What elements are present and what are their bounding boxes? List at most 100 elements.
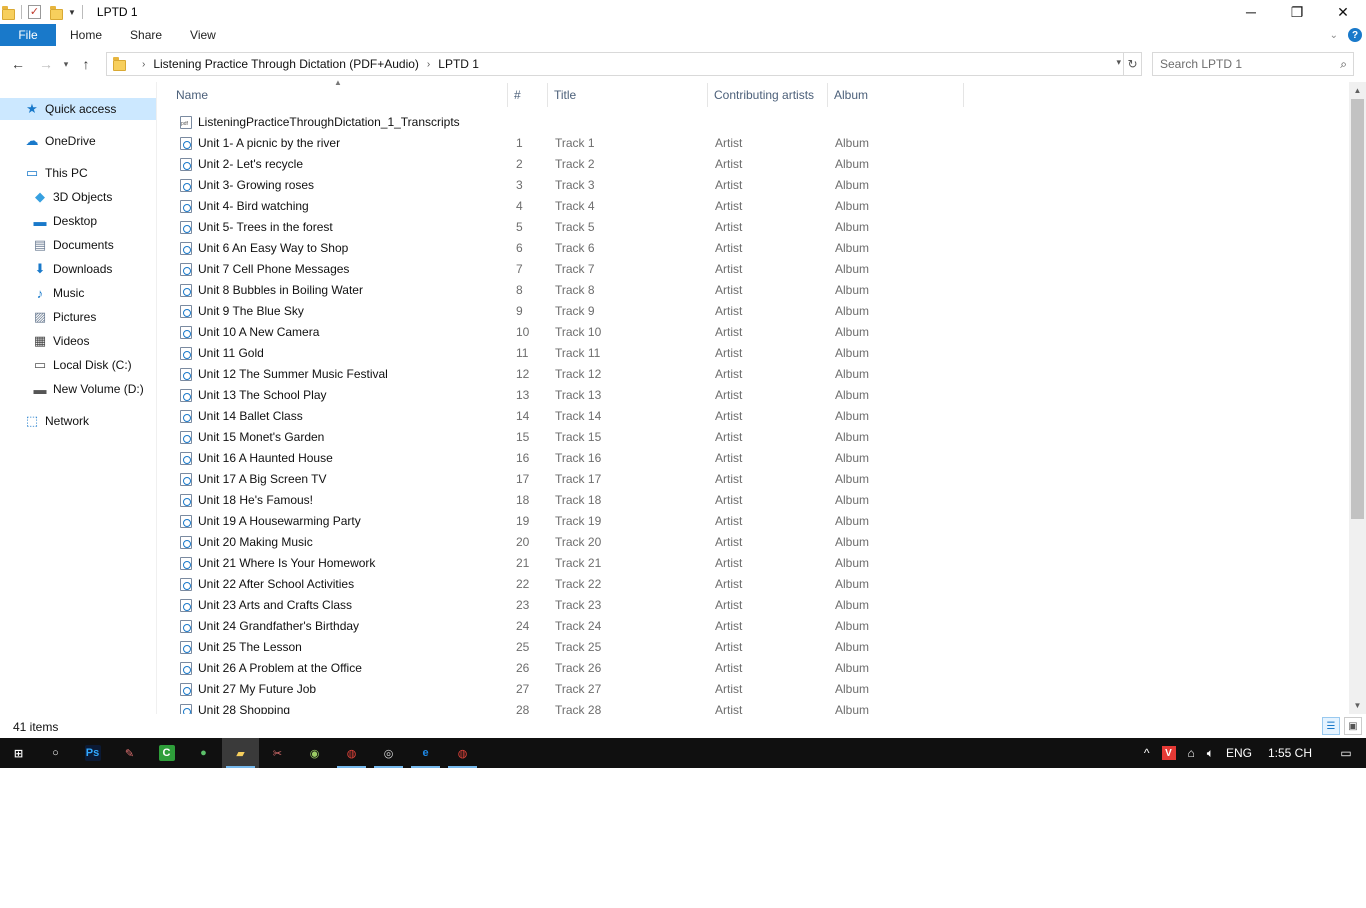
nav-item-onedrive[interactable]: ☁ OneDrive [0, 130, 156, 152]
address-dropdown-icon[interactable]: ▾ [1116, 57, 1121, 68]
nav-item-music[interactable]: ♪ Music [0, 282, 156, 304]
nav-item-downloads[interactable]: ⬇ Downloads [0, 258, 156, 280]
file-row[interactable]: Unit 25 The Lesson 25 Track 25 Artist Album [170, 637, 970, 658]
taskbar-app-recorder[interactable]: ◉ [296, 738, 333, 768]
taskbar-app-snipping-tool[interactable]: ✂ [259, 738, 296, 768]
file-row[interactable]: Unit 6 An Easy Way to Shop 6 Track 6 Artist… [170, 238, 970, 259]
file-row[interactable]: Unit 5- Trees in the forest 5 Track 5 Artis… [170, 217, 970, 238]
file-row[interactable]: Unit 18 He's Famous! 18 Track 18 Artist Albu… [170, 490, 970, 511]
scrollbar-thumb[interactable] [1351, 99, 1364, 519]
column-header-name[interactable]: Name [170, 83, 508, 107]
taskbar-app-chrome[interactable]: ◍ [333, 738, 370, 768]
close-button[interactable]: ✕ [1320, 0, 1366, 24]
taskbar-app-camtasia[interactable]: C [148, 738, 185, 768]
nav-item-pictures[interactable]: ▨ Pictures [0, 306, 156, 328]
search-input[interactable]: Search LPTD 1 ⌕ [1152, 52, 1354, 76]
taskbar-app-cortana-circle[interactable]: ○ [37, 738, 74, 768]
file-row[interactable]: Unit 26 A Problem at the Office 26 Track 2… [170, 658, 970, 679]
file-row[interactable]: Unit 14 Ballet Class 14 Track 14 Artist Albu… [170, 406, 970, 427]
taskbar-app-windows-start[interactable]: ⊞ [0, 738, 37, 768]
large-icons-view-icon[interactable]: ▣ [1344, 717, 1362, 735]
column-header-contributing-artists[interactable]: Contributing artists [708, 83, 828, 107]
nav-item-quick-access[interactable]: ★ Quick access [0, 98, 156, 120]
column-header-number[interactable]: # [508, 83, 548, 107]
file-row[interactable]: Unit 8 Bubbles in Boiling Water 8 Track 8 A… [170, 280, 970, 301]
tab-view[interactable]: View [176, 24, 230, 46]
action-center-icon[interactable]: ▭ [1326, 738, 1366, 768]
file-row[interactable]: Unit 1- A picnic by the river 1 Track 1 Art… [170, 133, 970, 154]
breadcrumb-separator-icon[interactable]: › [142, 59, 145, 70]
customize-toolbar-dropdown-icon[interactable]: ▼ [68, 8, 76, 17]
clock[interactable]: 1:55 CH [1268, 746, 1312, 760]
nav-item-desktop[interactable]: ▬ Desktop [0, 210, 156, 232]
file-row[interactable]: Unit 28 Shopping 28 Track 28 Artist Album [170, 700, 970, 714]
folder-icon[interactable] [2, 5, 15, 20]
input-language[interactable]: ENG [1226, 746, 1252, 760]
vertical-scrollbar[interactable]: ▲ ▼ [1349, 82, 1366, 714]
breadcrumb-separator-icon[interactable]: › [427, 59, 430, 70]
taskbar-app-paint[interactable]: ✎ [111, 738, 148, 768]
nav-item-3d-objects[interactable]: ◆ 3D Objects [0, 186, 156, 208]
file-row[interactable]: Unit 7 Cell Phone Messages 7 Track 7 Artist… [170, 259, 970, 280]
file-row[interactable]: Unit 12 The Summer Music Festival 12 Track… [170, 364, 970, 385]
file-row[interactable]: Unit 27 My Future Job 27 Track 27 Artist Alb… [170, 679, 970, 700]
file-row[interactable]: Unit 13 The School Play 13 Track 13 Artist A… [170, 385, 970, 406]
tab-home[interactable]: Home [56, 24, 116, 46]
taskbar-app-file-explorer[interactable]: ▰ [222, 738, 259, 768]
file-row[interactable]: Unit 3- Growing roses 3 Track 3 Artist Album [170, 175, 970, 196]
file-row[interactable]: Unit 17 A Big Screen TV 17 Track 17 Artist A… [170, 469, 970, 490]
nav-item-videos[interactable]: ▦ Videos [0, 330, 156, 352]
file-row[interactable]: Unit 15 Monet's Garden 15 Track 15 Artist Al… [170, 427, 970, 448]
file-row[interactable]: Unit 22 After School Activities 22 Track 2… [170, 574, 970, 595]
new-folder-icon[interactable] [50, 5, 63, 20]
network-status-icon[interactable]: ⌂ [1188, 746, 1195, 760]
antivirus-icon[interactable]: V [1161, 746, 1176, 760]
taskbar-app-edge[interactable]: e [407, 738, 444, 768]
breadcrumb-item[interactable]: LPTD 1 [438, 57, 479, 71]
tab-file[interactable]: File [0, 24, 56, 46]
nav-item-this-pc[interactable]: ▭ This PC [0, 162, 156, 184]
up-arrow-icon[interactable]: ↑ [75, 56, 97, 72]
show-hidden-icons-chevron-icon[interactable]: ^ [1144, 746, 1150, 760]
taskbar-app-chrome-icon-2[interactable]: ◍ [444, 738, 481, 768]
taskbar-app-lens-app[interactable]: ◎ [370, 738, 407, 768]
scroll-down-arrow-icon[interactable]: ▼ [1349, 697, 1366, 714]
taskbar-app-photoshop[interactable]: Ps [74, 738, 111, 768]
details-view-icon[interactable]: ☰ [1322, 717, 1340, 735]
file-row[interactable]: ListeningPracticeThroughDictation_1_Tran… [170, 112, 970, 133]
file-row[interactable]: Unit 24 Grandfather's Birthday 24 Track 24… [170, 616, 970, 637]
volume-icon[interactable]: 🔈︎ [1207, 746, 1214, 761]
expand-ribbon-chevron-icon[interactable]: ⌄ [1330, 30, 1338, 41]
nav-item-new-volume-d[interactable]: ▬ New Volume (D:) [0, 378, 156, 400]
tab-share[interactable]: Share [116, 24, 176, 46]
file-row[interactable]: Unit 16 A Haunted House 16 Track 16 Artist A… [170, 448, 970, 469]
file-row[interactable]: Unit 19 A Housewarming Party 19 Track 19 Ar… [170, 511, 970, 532]
nav-item-local-disk-c[interactable]: ▭ Local Disk (C:) [0, 354, 156, 376]
column-header-album[interactable]: Album [828, 83, 964, 107]
back-arrow-icon[interactable]: ← [7, 56, 29, 72]
taskbar-app-chat-app[interactable]: ● [185, 738, 222, 768]
file-row[interactable]: Unit 10 A New Camera 10 Track 10 Artist Albu… [170, 322, 970, 343]
maximize-button[interactable]: ❐ [1274, 0, 1320, 24]
file-row[interactable]: Unit 20 Making Music 20 Track 20 Artist Albu… [170, 532, 970, 553]
nav-item-documents[interactable]: ▤ Documents [0, 234, 156, 256]
file-row[interactable]: Unit 9 The Blue Sky 9 Track 9 Artist Album [170, 301, 970, 322]
refresh-icon[interactable]: ↻ [1124, 52, 1142, 76]
column-header-title[interactable]: Title [548, 83, 708, 107]
minimize-button[interactable]: ─ [1228, 0, 1274, 24]
file-row[interactable]: Unit 23 Arts and Crafts Class 23 Track 23 A… [170, 595, 970, 616]
recent-locations-chevron-icon[interactable]: ▾ [59, 59, 73, 70]
forward-arrow-icon[interactable]: → [35, 56, 57, 72]
file-row[interactable]: Unit 4- Bird watching 4 Track 4 Artist Album [170, 196, 970, 217]
contributing-artist: Artist [715, 136, 743, 150]
file-row[interactable]: Unit 2- Let's recycle 2 Track 2 Artist Album [170, 154, 970, 175]
scroll-up-arrow-icon[interactable]: ▲ [1349, 82, 1366, 99]
nav-item-network[interactable]: ⬚ Network [0, 410, 156, 432]
properties-icon[interactable]: ✓ [28, 5, 41, 19]
breadcrumb-item[interactable]: Listening Practice Through Dictation (PD… [153, 57, 419, 71]
address-bar[interactable]: › Listening Practice Through Dictation (… [106, 52, 1124, 76]
help-icon[interactable]: ? [1348, 28, 1362, 42]
file-row[interactable]: Unit 21 Where Is Your Homework 21 Track 21… [170, 553, 970, 574]
search-icon[interactable]: ⌕ [1340, 57, 1347, 72]
file-row[interactable]: Unit 11 Gold 11 Track 11 Artist Album [170, 343, 970, 364]
